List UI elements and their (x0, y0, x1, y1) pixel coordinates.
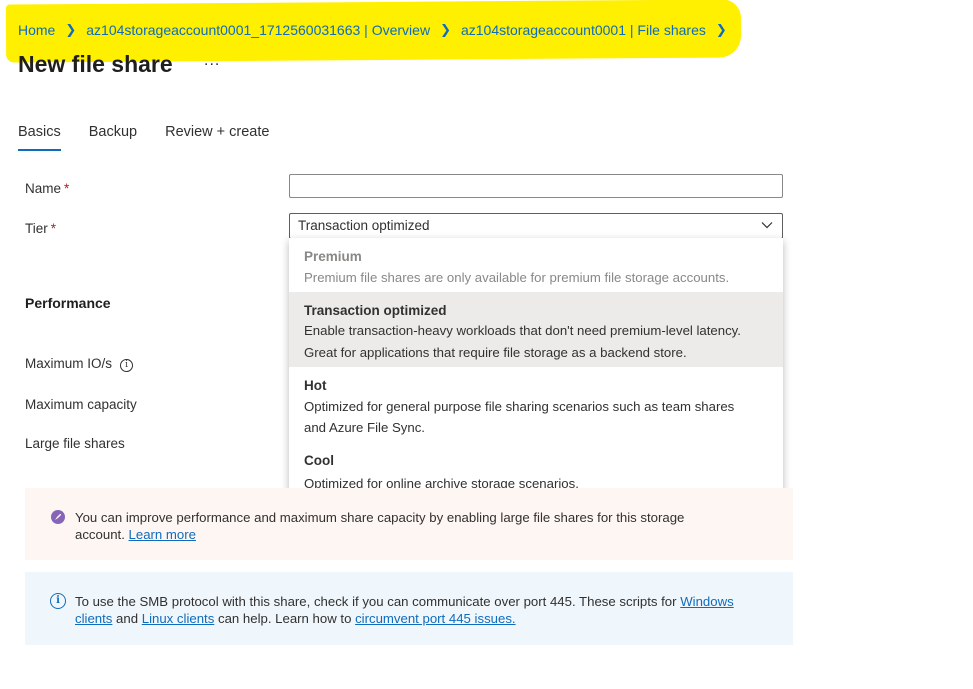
option-description: Optimized for general purpose file shari… (304, 399, 735, 414)
tab-bar: Basics Backup Review + create (18, 124, 297, 151)
windows-clients-link[interactable]: Windows (680, 594, 734, 609)
option-title: Premium (304, 249, 362, 264)
tab-basics[interactable]: Basics (18, 124, 61, 151)
smb-mid-text: can help. Learn how to (214, 611, 356, 626)
required-mark: * (64, 181, 70, 196)
option-title: Transaction optimized (304, 303, 447, 318)
max-io-label: Maximum IO/s i (25, 356, 134, 372)
tier-option-transaction-optimized[interactable]: Transaction optimized Enable transaction… (289, 292, 783, 367)
name-label: Name * (25, 181, 69, 196)
tier-selected-value: Transaction optimized (298, 218, 430, 233)
chevron-right-icon: ❯ (715, 22, 727, 37)
rocket-icon (51, 510, 65, 524)
option-description: and Azure File Sync. (304, 420, 425, 435)
page-title: New file share (18, 51, 173, 77)
option-title: Hot (304, 378, 327, 393)
smb-line1-text: To use the SMB protocol with this share,… (75, 594, 681, 609)
performance-heading: Performance (25, 295, 111, 311)
tier-option-premium: Premium Premium file shares are only ava… (289, 238, 783, 292)
max-io-label-text: Maximum IO/s (25, 356, 113, 371)
max-capacity-label: Maximum capacity (25, 397, 137, 412)
info-icon[interactable]: i (120, 359, 134, 372)
tier-option-hot[interactable]: Hot Optimized for general purpose file s… (289, 367, 783, 442)
large-file-shares-label: Large file shares (25, 436, 125, 451)
option-title: Cool (304, 453, 334, 468)
linux-clients-link[interactable]: Linux clients (142, 611, 215, 626)
tab-backup[interactable]: Backup (89, 124, 137, 151)
chevron-right-icon: ❯ (440, 22, 451, 37)
circumvent-port-link[interactable]: circumvent port 445 issues. (355, 611, 516, 626)
smb-line1: To use the SMB protocol with this share,… (75, 593, 734, 610)
more-options-button[interactable]: ... (204, 52, 220, 70)
option-description: Premium file shares are only available f… (304, 270, 730, 285)
large-shares-line2: account. Learn more (75, 526, 196, 543)
tier-label: Tier * (25, 221, 56, 236)
windows-clients-link-cont[interactable]: clients (75, 611, 112, 626)
tier-dropdown[interactable]: Transaction optimized (289, 213, 783, 239)
breadcrumb: Home ❯ az104storageaccount0001_171256003… (18, 22, 737, 38)
chevron-down-icon (761, 222, 773, 229)
large-shares-line2-text: account. (75, 527, 129, 542)
info-circle-icon: i (50, 593, 66, 609)
required-mark: * (50, 221, 57, 236)
smb-and-text: and (112, 611, 142, 626)
option-description: Great for applications that require file… (304, 345, 687, 360)
option-description: Enable transaction-heavy workloads that … (304, 323, 741, 338)
tier-options-list: Premium Premium file shares are only ava… (289, 238, 783, 496)
chevron-right-icon: ❯ (65, 22, 77, 37)
large-shares-line1: You can improve performance and maximum … (75, 510, 685, 525)
breadcrumb-home[interactable]: Home (18, 22, 55, 38)
name-input[interactable] (289, 174, 783, 198)
tier-label-text: Tier (25, 221, 48, 236)
breadcrumb-file-shares[interactable]: az104storageaccount0001 | File shares (461, 22, 706, 38)
tab-review-create[interactable]: Review + create (165, 124, 269, 151)
large-file-shares-banner: You can improve performance and maximum … (25, 488, 793, 560)
smb-info-banner: i To use the SMB protocol with this shar… (25, 572, 793, 645)
smb-line2: clients and Linux clients can help. Lear… (75, 610, 516, 627)
name-label-text: Name (25, 181, 62, 196)
breadcrumb-storage-overview[interactable]: az104storageaccount0001_1712560031663 | … (86, 22, 430, 38)
learn-more-link[interactable]: Learn more (129, 527, 196, 542)
